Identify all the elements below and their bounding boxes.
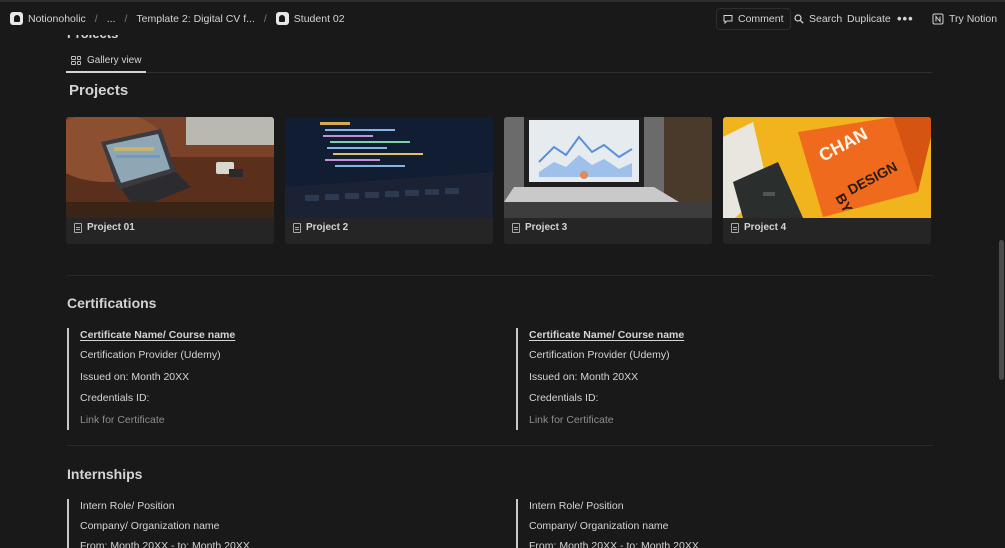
certificate-credential: Credentials ID: — [80, 392, 150, 404]
view-tab-bar: Gallery view — [66, 50, 932, 73]
certificate-link[interactable]: Link for Certificate — [529, 413, 684, 435]
search-label: Search — [809, 12, 843, 25]
comment-button[interactable]: Comment — [716, 8, 791, 30]
duplicate-button[interactable]: Duplicate — [847, 2, 891, 35]
card-title: Project 01 — [74, 222, 135, 233]
breadcrumb-item-workspace[interactable]: Notionoholic — [28, 13, 86, 25]
internship-entry-1: Intern Role/ Position Company/ Organizat… — [67, 499, 250, 548]
breadcrumb-separator: / — [94, 12, 98, 25]
card-title-text: Project 2 — [306, 222, 349, 233]
breadcrumb-item-ellipsis[interactable]: ... — [107, 13, 116, 25]
project-4-cover-image: CHAN BY DESIGN — [723, 117, 931, 218]
project-2-cover-image — [285, 117, 493, 218]
certificate-link[interactable]: Link for Certificate — [80, 413, 235, 435]
certificate-provider: Certification Provider (Udemy) — [80, 349, 221, 361]
page-icon — [74, 222, 82, 233]
card-title-text: Project 4 — [744, 222, 787, 233]
certificate-name: Certificate Name/ Course name — [80, 329, 236, 341]
certificate-issued: Issued on: Month 20XX — [80, 370, 190, 383]
gallery-card-project-1[interactable]: Project 01 — [66, 117, 274, 244]
card-title: Project 4 — [731, 222, 786, 233]
internships-title: Internships — [67, 466, 143, 482]
search-icon — [794, 13, 804, 24]
try-notion-label: Try Notion — [949, 12, 998, 25]
intern-role: Intern Role/ Position — [529, 500, 624, 512]
intern-company: Company/ Organization name — [529, 520, 669, 532]
breadcrumb-item-current[interactable]: Student 02 — [294, 13, 345, 25]
try-notion-button[interactable]: Try Notion — [932, 2, 997, 35]
intern-dates: From: Month 20XX - to: Month 20XX — [529, 540, 699, 548]
certificate-credential: Credentials ID: — [529, 392, 599, 404]
project-1-cover-image — [66, 117, 274, 218]
card-title: Project 2 — [293, 222, 348, 233]
card-title: Project 3 — [512, 222, 567, 233]
comment-icon — [723, 15, 733, 24]
notion-logo-icon — [932, 13, 944, 24]
certificate-provider: Certification Provider (Udemy) — [529, 349, 670, 361]
divider — [67, 445, 933, 446]
more-options-button[interactable]: ••• — [897, 2, 914, 35]
duplicate-label: Duplicate — [847, 12, 891, 25]
gallery-card-project-4[interactable]: CHAN BY DESIGN Project 4 — [723, 117, 931, 244]
certificate-name: Certificate Name/ Course name — [529, 329, 685, 341]
scrollbar-thumb[interactable] — [999, 240, 1004, 380]
intern-dates: From: Month 20XX - to: Month 20XX — [80, 540, 250, 548]
search-button[interactable]: Search — [794, 2, 842, 35]
gallery-card-project-3[interactable]: Project 3 — [504, 117, 712, 244]
page-icon — [512, 222, 520, 233]
comment-label: Comment — [738, 13, 784, 25]
projects-title: Projects — [69, 82, 129, 99]
page-icon — [731, 222, 739, 233]
page-icon — [275, 12, 289, 25]
workspace-icon — [10, 12, 23, 25]
card-title-text: Project 3 — [525, 222, 568, 233]
project-3-cover-image — [504, 117, 712, 218]
breadcrumb-separator: / — [124, 12, 128, 25]
intern-company: Company/ Organization name — [80, 520, 220, 532]
more-icon: ••• — [897, 11, 914, 26]
certification-entry-2: Certificate Name/ Course name Certificat… — [516, 328, 684, 430]
intern-role: Intern Role/ Position — [80, 500, 175, 512]
top-bar: Notionoholic / ... / Template 2: Digital… — [0, 0, 1005, 35]
gallery-card-project-2[interactable]: Project 2 — [285, 117, 493, 244]
internship-entry-2: Intern Role/ Position Company/ Organizat… — [516, 499, 699, 548]
card-title-text: Project 01 — [87, 222, 135, 233]
tab-gallery-view[interactable]: Gallery view — [66, 50, 147, 73]
divider — [67, 275, 933, 276]
page-icon — [293, 222, 301, 233]
certificate-issued: Issued on: Month 20XX — [529, 370, 639, 383]
tab-gallery-view-label: Gallery view — [87, 55, 142, 66]
certifications-title: Certifications — [67, 295, 157, 311]
gallery-icon — [71, 56, 81, 65]
certification-entry-1: Certificate Name/ Course name Certificat… — [67, 328, 235, 430]
breadcrumb-item-template[interactable]: Template 2: Digital CV f... — [136, 13, 254, 25]
breadcrumb: Notionoholic / ... / Template 2: Digital… — [10, 12, 345, 25]
breadcrumb-separator: / — [263, 12, 267, 25]
